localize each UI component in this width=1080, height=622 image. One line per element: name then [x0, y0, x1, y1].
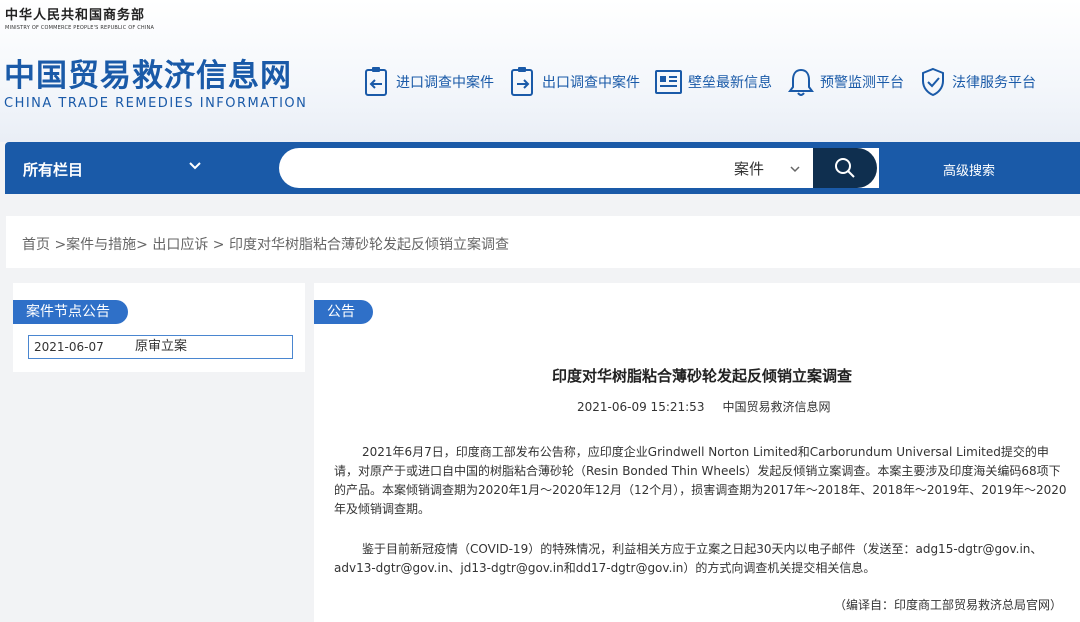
ministry-logo[interactable]: 中华人民共和国商务部 MINISTRY OF COMMERCE PEOPLE'S…: [5, 4, 154, 31]
site-header: 中华人民共和国商务部 MINISTRY OF COMMERCE PEOPLE'S…: [0, 0, 1080, 142]
advanced-search-link[interactable]: 高级搜索: [943, 160, 995, 179]
nav-legal-platform-label: 法律服务平台: [952, 75, 1036, 91]
list-item[interactable]: 2021-06-07 原审立案: [28, 335, 293, 359]
article-credit: （编译自：印度商工部贸易救济总局官网）: [833, 598, 1062, 612]
nav-import-cases-label: 进口调查中案件: [396, 75, 494, 91]
article-paragraph-2: 鉴于目前新冠疫情（COVID-19）的特殊情况，利益相关方应于立案之日起30天内…: [334, 542, 1043, 575]
chevron-down-icon[interactable]: [789, 160, 801, 179]
search-box: 案件: [279, 148, 879, 188]
article-meta: 2021-06-09 15:21:53 中国贸易救济信息网: [577, 398, 830, 415]
chevron-down-icon[interactable]: [188, 158, 202, 177]
nav-warning-platform-label: 预警监测平台: [820, 75, 904, 91]
article-title: 印度对华树脂粘合薄砂轮发起反倾销立案调查: [551, 367, 852, 385]
nav-barrier-news-label: 壁垒最新信息: [688, 75, 772, 91]
all-columns-dropdown[interactable]: 所有栏目: [23, 159, 83, 180]
breadcrumb[interactable]: 首页 >案件与措施> 出口应诉 > 印度对华树脂粘合薄砂轮发起反倾销立案调查: [22, 234, 509, 254]
article-datetime: 2021-06-09 15:21:53: [577, 400, 705, 414]
search-icon: [835, 158, 855, 178]
search-button[interactable]: [813, 148, 877, 188]
announcement-tab[interactable]: 公告: [314, 300, 373, 324]
search-bar: 所有栏目 案件 高级搜索: [5, 142, 1080, 194]
node-label: 原审立案: [135, 339, 188, 354]
site-logo[interactable]: 中国贸易救济信息网 CHINA TRADE REMEDIES INFORMATI…: [4, 58, 307, 111]
site-title-cn: 中国贸易救济信息网: [4, 58, 292, 94]
search-input[interactable]: [295, 148, 715, 188]
case-node-panel: 案件节点公告 2021-06-07 原审立案: [13, 283, 305, 372]
nav-legal-platform[interactable]: 法律服务平台: [918, 66, 1036, 98]
export-case-icon: [511, 67, 533, 96]
barrier-news-icon: [655, 70, 682, 94]
nav-export-cases-label: 出口调查中案件: [542, 75, 640, 91]
ministry-name-en: MINISTRY OF COMMERCE PEOPLE'S REPUBLIC O…: [5, 25, 155, 31]
nav-barrier-news[interactable]: 壁垒最新信息: [654, 66, 772, 98]
bell-icon: [788, 68, 814, 96]
ministry-name-cn: 中华人民共和国商务部: [5, 8, 146, 23]
search-scope-select[interactable]: 案件: [734, 158, 764, 179]
article-source: 中国贸易救济信息网: [722, 400, 831, 414]
nav-warning-platform[interactable]: 预警监测平台: [786, 66, 904, 98]
announcement-panel: 公告 印度对华树脂粘合薄砂轮发起反倾销立案调查 2021-06-09 15:21…: [314, 283, 1080, 622]
shield-check-icon: [922, 67, 944, 97]
node-date: 2021-06-07: [34, 340, 104, 354]
top-nav: 进口调查中案件 出口调查中案件 壁垒最新信息 预警监测平台 法律服务平台: [362, 66, 1050, 98]
nav-export-cases[interactable]: 出口调查中案件: [508, 66, 640, 98]
article-paragraph-1: 2021年6月7日，印度商工部发布公告称，应印度企业Grindwell Nort…: [334, 445, 1067, 516]
import-case-icon: [365, 67, 387, 96]
site-title-en: CHINA TRADE REMEDIES INFORMATION: [4, 96, 308, 111]
breadcrumb-bar: 首页 >案件与措施> 出口应诉 > 印度对华树脂粘合薄砂轮发起反倾销立案调查: [6, 216, 1080, 268]
nav-import-cases[interactable]: 进口调查中案件: [362, 66, 494, 98]
case-node-tab[interactable]: 案件节点公告: [13, 300, 128, 324]
